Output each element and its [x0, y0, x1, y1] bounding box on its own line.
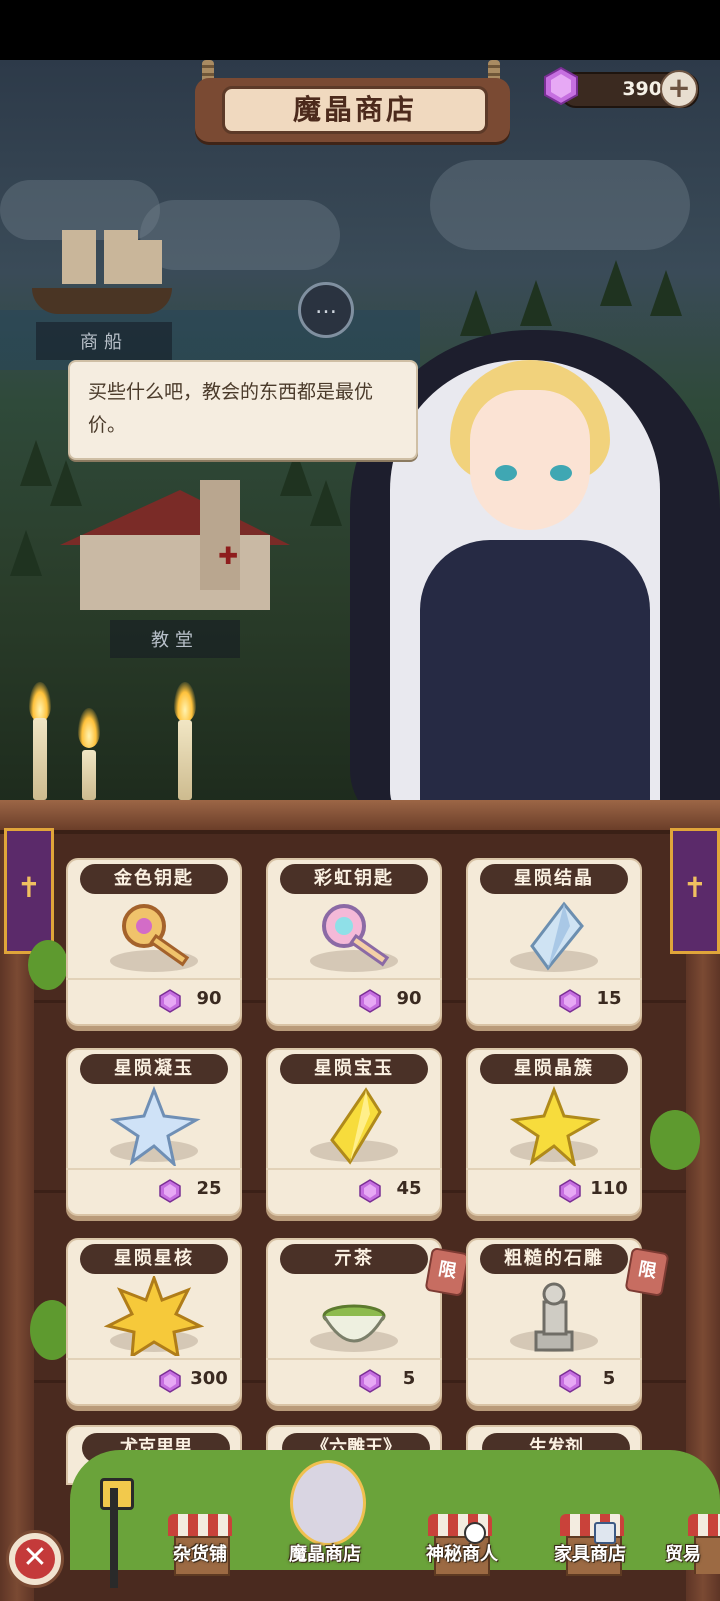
- item-price: 5: [602, 1368, 616, 1389]
- item-price: 5: [402, 1368, 416, 1389]
- candle-icon: [178, 720, 192, 800]
- stone-statue-icon: [534, 1282, 574, 1352]
- tab-grocery[interactable]: 杂货铺: [145, 1540, 255, 1566]
- item-price: 45: [396, 1178, 422, 1199]
- magic-crystal-gem-icon: [559, 1369, 581, 1393]
- candle-flame-icon: [78, 708, 100, 748]
- golden-key-icon: [122, 904, 190, 967]
- meteor-star-core-icon: [104, 1276, 204, 1356]
- magic-crystal-gem-icon: [359, 989, 381, 1013]
- candle-flame-icon: [29, 682, 51, 722]
- item-name: 星陨宝玉: [280, 1054, 428, 1084]
- limited-tag: 限: [424, 1247, 470, 1297]
- item-name: 星陨凝玉: [80, 1054, 228, 1084]
- shop-item-rainbow-key[interactable]: 彩虹钥匙 90: [266, 858, 442, 1026]
- item-name: 亓茶: [280, 1244, 428, 1274]
- currency-amount: 390: [622, 78, 662, 100]
- shop-item-meteor-star-core[interactable]: 星陨星核 300: [66, 1238, 242, 1406]
- tab-trade[interactable]: 贸易: [665, 1540, 720, 1566]
- meteor-gem-yellow-icon: [330, 1087, 382, 1165]
- church-banner-right: ✝: [670, 828, 720, 954]
- shop-item-meteor-crystal[interactable]: 星陨结晶 15: [466, 858, 642, 1026]
- magic-crystal-gem-icon: [159, 1179, 181, 1203]
- item-name: 星陨结晶: [480, 864, 628, 894]
- candle-icon: [33, 718, 47, 800]
- tab-mystery-merchant[interactable]: 神秘商人: [407, 1540, 517, 1566]
- close-button[interactable]: ✕: [6, 1530, 64, 1588]
- item-price: 110: [590, 1178, 628, 1199]
- item-price: 300: [190, 1368, 228, 1389]
- npc-dialog-box: 买些什么吧，教会的东西都是最优价。: [68, 360, 418, 460]
- item-price: 90: [396, 988, 422, 1009]
- tea-bowl-icon: [322, 1304, 386, 1343]
- magic-crystal-gem-icon: [359, 1179, 381, 1203]
- location-label-ship: 商船: [36, 322, 172, 360]
- magic-crystal-gem-icon: [559, 1179, 581, 1203]
- candle-flame-icon: [174, 682, 196, 722]
- church-building[interactable]: ✚: [60, 480, 290, 610]
- magic-crystal-gem-icon: [559, 989, 581, 1013]
- meteor-crystal-icon: [530, 901, 584, 971]
- title-board: 魔晶商店: [195, 78, 510, 142]
- item-price: 90: [196, 988, 222, 1009]
- rainbow-key-icon: [322, 904, 390, 967]
- location-label-church: 教堂: [110, 620, 240, 658]
- merchant-ship-building[interactable]: [32, 220, 172, 320]
- shelf-top-beam: [0, 800, 720, 830]
- shopkeeper-avatar-icon: [290, 1460, 366, 1546]
- shop-item-meteor-cluster[interactable]: 星陨晶簇 110: [466, 1048, 642, 1216]
- item-name: 金色钥匙: [80, 864, 228, 894]
- tab-crystal-shop[interactable]: 魔晶商店: [270, 1540, 380, 1566]
- meteor-jade-star-icon: [109, 1086, 201, 1166]
- shop-item-stone-statue[interactable]: 粗糙的石雕 5 限: [466, 1238, 670, 1406]
- npc-dialog-text: 买些什么吧，教会的东西都是最优价。: [88, 381, 374, 436]
- church-banner-left: ✝: [4, 828, 54, 954]
- magic-crystal-gem-icon: [159, 989, 181, 1013]
- meteor-cluster-star-icon: [509, 1086, 601, 1166]
- close-icon: ✕: [15, 1539, 55, 1579]
- candle-icon: [82, 750, 96, 800]
- page-title: 魔晶商店: [292, 93, 417, 126]
- add-currency-button[interactable]: +: [660, 70, 698, 108]
- item-name: 粗糙的石雕: [480, 1244, 628, 1274]
- shop-item-meteor-gem[interactable]: 星陨宝玉 45: [266, 1048, 442, 1216]
- item-name: 彩虹钥匙: [280, 864, 428, 894]
- magic-crystal-gem-icon: [359, 1369, 381, 1393]
- shop-item-golden-key[interactable]: 金色钥匙 90: [66, 858, 242, 1026]
- item-name: 星陨星核: [80, 1244, 228, 1274]
- item-price: 25: [196, 1178, 222, 1199]
- limited-tag: 限: [624, 1247, 670, 1297]
- status-bar: [0, 0, 720, 60]
- magic-crystal-gem-icon: [159, 1369, 181, 1393]
- shop-item-meteor-jade[interactable]: 星陨凝玉 25: [66, 1048, 242, 1216]
- magic-crystal-gem-icon: [544, 66, 578, 106]
- tab-furniture-shop[interactable]: 家具商店: [535, 1540, 645, 1566]
- item-name: 星陨晶簇: [480, 1054, 628, 1084]
- shop-item-tea[interactable]: 亓茶 5 限: [266, 1238, 470, 1406]
- lamp-post: [110, 1488, 118, 1588]
- item-price: 15: [596, 988, 622, 1009]
